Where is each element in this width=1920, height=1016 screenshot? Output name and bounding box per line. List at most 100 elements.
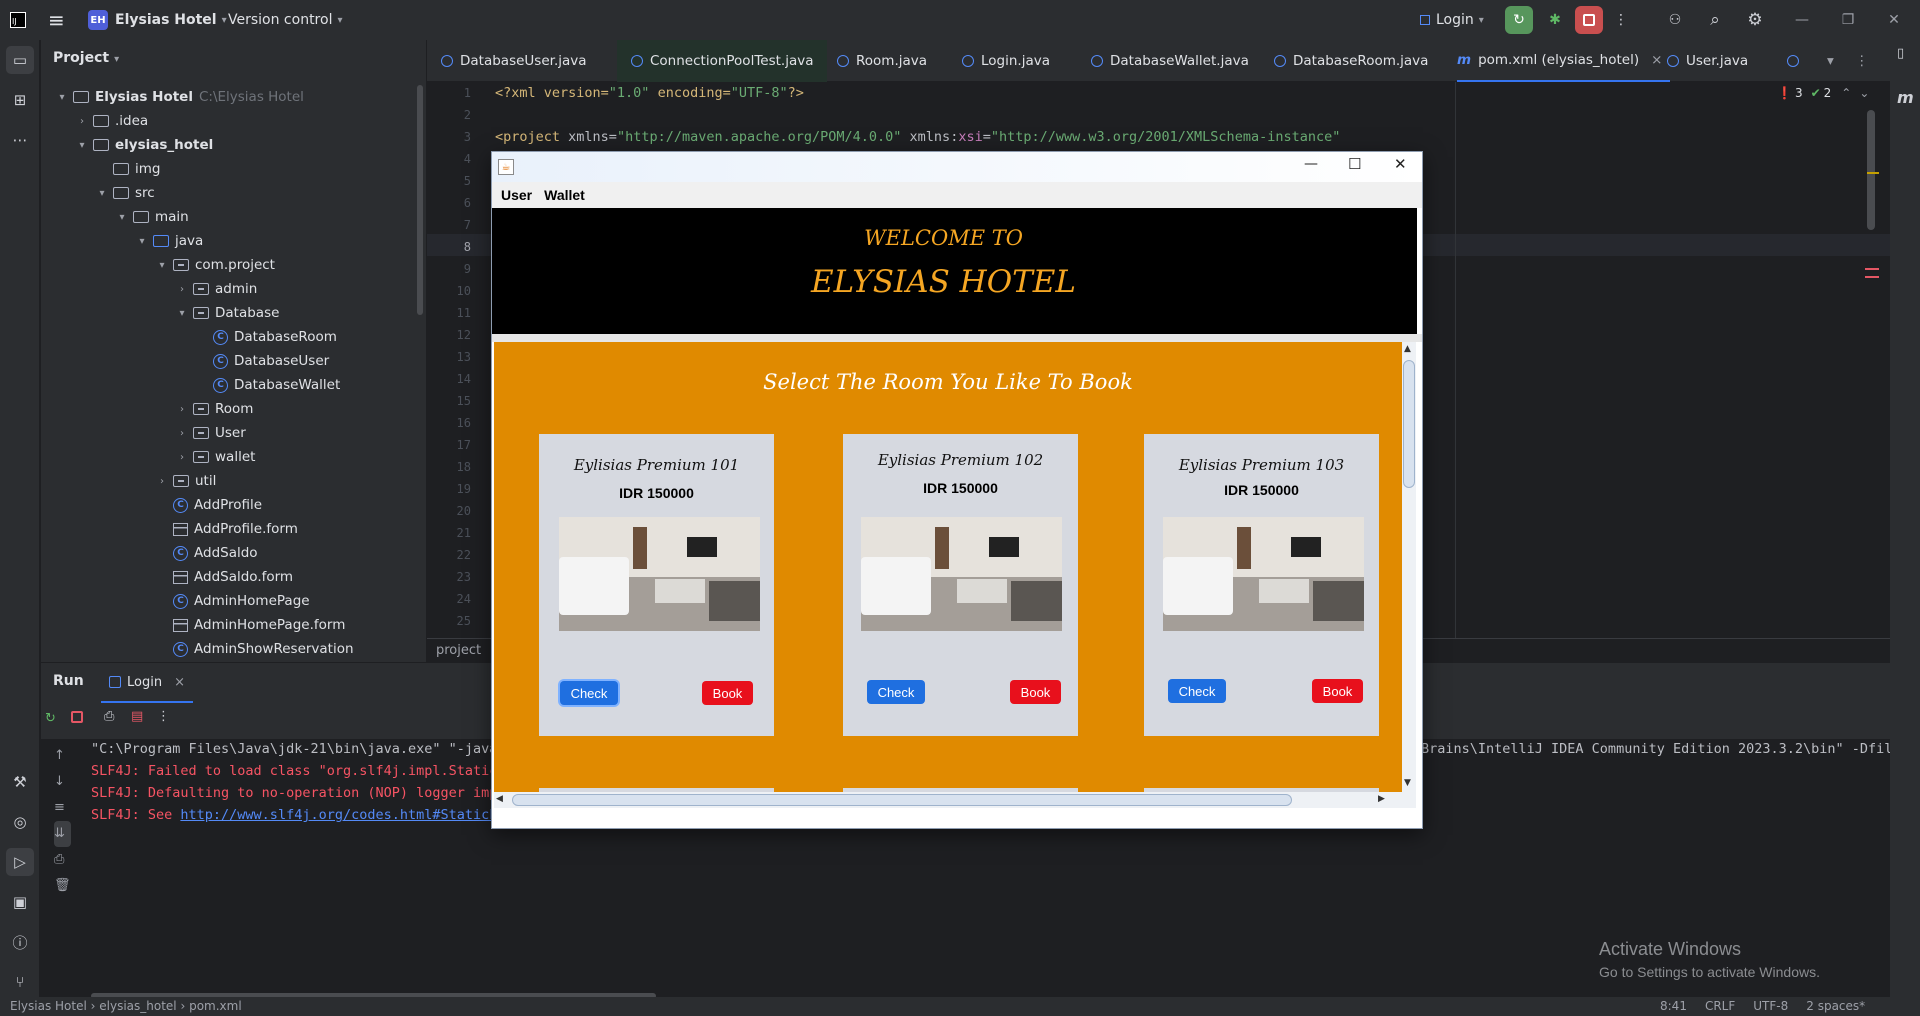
line-number[interactable]: 8 <box>441 240 471 254</box>
tab-user[interactable]: User.java <box>1667 40 1748 82</box>
run-panel-title[interactable]: Run <box>53 673 84 689</box>
git-icon[interactable]: ⑂ <box>6 968 34 996</box>
tree-item-databasewallet[interactable]: C DatabaseWallet <box>41 373 340 397</box>
tabs-dropdown-icon[interactable]: ▾ <box>1827 40 1834 82</box>
tree-item-adminshowreservation[interactable]: C AdminShowReservation <box>41 637 354 661</box>
terminal-icon[interactable]: ▣ <box>6 888 34 916</box>
inspection-widget[interactable]: ❗ 3 ✔ 2 ⌃ ⌄ <box>1777 86 1869 100</box>
line-number[interactable]: 1 <box>441 86 471 100</box>
rerun-icon[interactable]: ↻ <box>45 711 56 726</box>
scroll-to-end-icon[interactable]: ⇊ <box>54 821 71 847</box>
project-folder-icon[interactable]: ▭ <box>6 46 34 74</box>
add-user-icon[interactable]: ⚇ <box>1661 6 1689 34</box>
run-config-selector[interactable]: Login ▾ <box>1420 0 1484 40</box>
tree-item-elysias-hotel[interactable]: ▾ Elysias Hotel C:\Elysias Hotel <box>41 85 303 109</box>
tree-item-src[interactable]: ▾ src <box>41 181 154 205</box>
line-number[interactable]: 23 <box>441 570 471 584</box>
tree-item-wallet[interactable]: › wallet <box>41 445 255 469</box>
line-number[interactable]: 9 <box>441 262 471 276</box>
app-close-icon[interactable]: ✕ <box>1394 155 1407 173</box>
tree-item-user[interactable]: › User <box>41 421 246 445</box>
prev-highlight-icon[interactable]: ⌃ <box>1841 86 1851 100</box>
line-number[interactable]: 2 <box>441 108 471 122</box>
line-number[interactable]: 7 <box>441 218 471 232</box>
close-tab-icon[interactable]: × <box>1651 52 1662 68</box>
tab-databaseroom[interactable]: DatabaseRoom.java <box>1274 40 1428 82</box>
camera-icon[interactable]: ⎙ <box>104 709 114 724</box>
line-number[interactable]: 24 <box>441 592 471 606</box>
run-tab-login[interactable]: Login × <box>101 663 193 703</box>
vcs-menu[interactable]: Version control ▾ <box>228 0 343 40</box>
book-button-102[interactable]: Book <box>1010 680 1061 704</box>
close-run-tab-icon[interactable]: × <box>174 675 185 690</box>
tabs-more-icon[interactable]: ⋮ <box>1855 40 1869 82</box>
app-maximize-icon[interactable]: ☐ <box>1348 155 1361 173</box>
app-minimize-icon[interactable]: — <box>1304 156 1318 172</box>
line-number[interactable]: 13 <box>441 350 471 364</box>
tree-item-admin[interactable]: › admin <box>41 277 257 301</box>
tab-databasewallet[interactable]: DatabaseWallet.java <box>1091 40 1249 82</box>
tree-item-databaseuser[interactable]: C DatabaseUser <box>41 349 329 373</box>
minimize-icon[interactable]: — <box>1788 6 1816 34</box>
tree-item-com-project[interactable]: ▾ com.project <box>41 253 275 277</box>
status-right[interactable]: 8:41 CRLF UTF-8 2 spaces* <box>1660 999 1865 1013</box>
status-breadcrumb[interactable]: Elysias Hotel › elysias_hotel › pom.xml <box>10 999 242 1013</box>
problems-icon[interactable]: ⓘ <box>6 928 34 956</box>
tab-pom-xml[interactable]: m pom.xml (elysias_hotel) × <box>1457 40 1671 82</box>
tree-item-addprofile-form[interactable]: AddProfile.form <box>41 517 298 541</box>
project-panel-title[interactable]: Project ▾ <box>53 50 119 66</box>
more-tools-icon[interactable]: ⋯ <box>6 126 34 154</box>
stop-icon[interactable] <box>71 711 83 723</box>
scroll-up-icon[interactable]: ↑ <box>54 743 71 769</box>
tree-item-elysias_hotel[interactable]: ▾ elysias_hotel <box>41 133 213 157</box>
settings-gear-icon[interactable]: ⚙ <box>1741 6 1769 34</box>
editor-scrollbar[interactable] <box>1867 110 1875 230</box>
line-number[interactable]: 20 <box>441 504 471 518</box>
line-number[interactable]: 17 <box>441 438 471 452</box>
line-number[interactable]: 14 <box>441 372 471 386</box>
tree-item-room[interactable]: › Room <box>41 397 253 421</box>
line-number[interactable]: 21 <box>441 526 471 540</box>
tab-login[interactable]: Login.java <box>962 40 1050 82</box>
tree-item-util[interactable]: › util <box>41 469 216 493</box>
intellij-logo-icon[interactable]: IJ <box>10 0 26 40</box>
build-hammer-icon[interactable]: ⚒ <box>6 768 34 796</box>
services-icon[interactable]: ◎ <box>6 808 34 836</box>
structure-icon[interactable]: ⊞ <box>6 86 34 114</box>
tree-item-img[interactable]: img <box>41 157 160 181</box>
dump-icon[interactable]: ▤ <box>131 709 143 724</box>
line-number[interactable]: 4 <box>441 152 471 166</box>
line-number[interactable]: 10 <box>441 284 471 298</box>
tree-item-adminhomepage-form[interactable]: AdminHomePage.form <box>41 613 345 637</box>
vertical-scroll-thumb[interactable] <box>1403 360 1415 488</box>
tree-item-addsaldo[interactable]: C AddSaldo <box>41 541 258 565</box>
slf4j-link[interactable]: http://www.slf4j.org/codes.html#StaticL <box>180 807 497 823</box>
run-icon[interactable]: ▷ <box>6 848 34 876</box>
run-more-icon[interactable]: ⋮ <box>157 709 170 724</box>
menu-wallet[interactable]: Wallet <box>544 187 585 203</box>
project-scrollbar[interactable] <box>417 85 423 315</box>
tree-item-addsaldo-form[interactable]: AddSaldo.form <box>41 565 293 589</box>
check-button-101[interactable]: Check <box>560 681 618 705</box>
line-number[interactable]: 22 <box>441 548 471 562</box>
tree-item-addprofile[interactable]: C AddProfile <box>41 493 262 517</box>
line-number[interactable]: 6 <box>441 196 471 210</box>
close-icon[interactable]: ✕ <box>1880 6 1908 34</box>
check-button-102[interactable]: Check <box>867 680 925 704</box>
line-number[interactable]: 5 <box>441 174 471 188</box>
book-button-103[interactable]: Book <box>1312 679 1363 703</box>
soft-wrap-icon[interactable]: ≡ <box>54 795 71 821</box>
line-number[interactable]: 15 <box>441 394 471 408</box>
line-number[interactable]: 3 <box>441 130 471 144</box>
line-number[interactable]: 11 <box>441 306 471 320</box>
scroll-down-icon[interactable]: ↓ <box>54 769 71 795</box>
debug-icon[interactable]: ✱ <box>1541 6 1569 34</box>
maven-tool-icon[interactable]: m <box>1897 88 1914 107</box>
line-number[interactable]: 18 <box>441 460 471 474</box>
print-icon[interactable]: ⎙ <box>54 847 71 873</box>
tab-room[interactable]: Room.java <box>837 40 927 82</box>
stop-button[interactable] <box>1575 6 1603 34</box>
app-window-titlebar[interactable]: ☕ — ☐ ✕ <box>492 152 1422 182</box>
tab-connectionpooltest[interactable]: ConnectionPoolTest.java <box>617 40 828 82</box>
next-highlight-icon[interactable]: ⌄ <box>1859 86 1869 100</box>
